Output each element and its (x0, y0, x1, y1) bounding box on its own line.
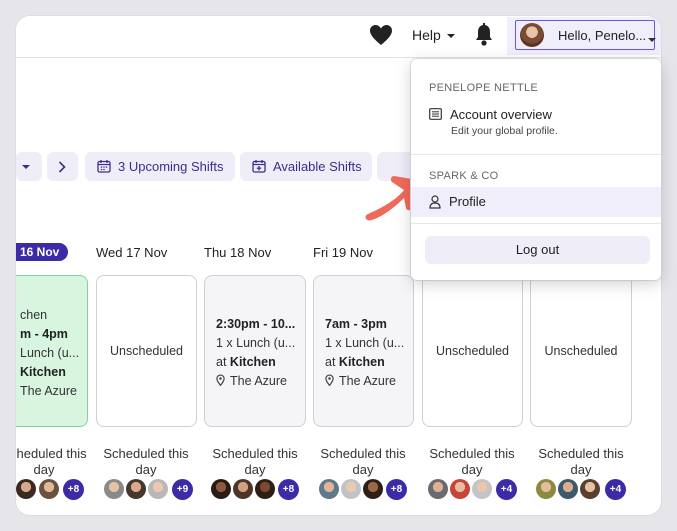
logout-button[interactable]: Log out (425, 236, 650, 264)
chevron-down-icon (22, 165, 30, 169)
shift-area-line: at Kitchen (216, 355, 276, 369)
chevron-right-icon (58, 161, 66, 173)
shift-time: m - 4pm (20, 327, 68, 341)
account-overview-item[interactable]: Account overview Edit your global profil… (411, 101, 661, 141)
profile-item[interactable]: Profile (411, 187, 661, 217)
shift-card[interactable]: 2:30pm - 10... 1 x Lunch (u... at Kitche… (204, 275, 306, 427)
shift-time: 7am - 3pm (325, 317, 387, 331)
user-icon (429, 195, 441, 209)
dropdown-divider (411, 154, 661, 155)
period-select[interactable] (16, 152, 42, 181)
heart-icon[interactable] (369, 24, 393, 46)
help-menu[interactable]: Help (412, 27, 455, 43)
dropdown-user-section: PENELOPE NETTLE (429, 82, 539, 94)
avatar (255, 479, 275, 499)
avatar (341, 479, 361, 499)
shift-location-line: The Azure (216, 374, 287, 388)
shift-area-name: Kitchen (20, 365, 66, 379)
day-header-selected[interactable]: 16 Nov (16, 243, 68, 261)
shift-location: The Azure (20, 384, 77, 398)
account-overview-label: Account overview (450, 107, 552, 122)
available-shifts-label: Available Shifts (273, 159, 362, 174)
avatar (104, 479, 124, 499)
unscheduled-label: Unscheduled (436, 344, 509, 358)
scheduled-this-day: Scheduled this day (16, 446, 87, 477)
avatar (39, 479, 59, 499)
help-label: Help (412, 27, 441, 43)
avatar (428, 479, 448, 499)
shift-location: The Azure (230, 374, 287, 388)
chevron-down-icon (446, 34, 455, 39)
avatar (319, 479, 339, 499)
shift-role: 1 x Lunch (u... (325, 336, 405, 350)
avatar (580, 479, 600, 499)
avatar (211, 479, 231, 499)
day-header[interactable]: Fri 19 Nov (313, 245, 373, 260)
avatar (16, 479, 36, 499)
top-header: Help Hello, Penelo... (16, 16, 661, 58)
upcoming-shifts-button[interactable]: 3 Upcoming Shifts (85, 152, 235, 181)
more-count-badge: +4 (605, 479, 626, 500)
scheduled-this-day: Scheduled this day (429, 446, 515, 477)
shift-area-name: Kitchen (338, 355, 385, 369)
more-count-badge: +8 (63, 479, 84, 500)
location-pin-icon (325, 374, 334, 386)
available-shifts-button[interactable]: Available Shifts (240, 152, 372, 181)
shift-time: 2:30pm - 10... (216, 317, 296, 331)
shift-location-line: The Azure (325, 374, 396, 388)
avatar (233, 479, 253, 499)
dropdown-divider (411, 223, 661, 224)
more-count-badge: +8 (386, 479, 407, 500)
user-menu-focus-ring: Hello, Penelo... (515, 20, 656, 50)
shift-at: at (216, 355, 227, 369)
shift-location: The Azure (339, 374, 396, 388)
shift-card-unscheduled[interactable]: Unscheduled (530, 275, 632, 427)
avatar (450, 479, 470, 499)
next-week-button[interactable] (47, 152, 78, 181)
list-icon (429, 108, 442, 120)
scheduled-this-day: Scheduled this day (320, 446, 406, 477)
location-pin-icon (216, 374, 225, 386)
shift-card[interactable]: chen m - 4pm Lunch (u... Kitchen The Azu… (16, 275, 88, 427)
more-count-badge: +8 (278, 479, 299, 500)
scheduled-this-day: Scheduled this day (103, 446, 189, 477)
shift-area: chen (20, 308, 48, 322)
avatar (363, 479, 383, 499)
dropdown-org-section: SPARK & CO (429, 170, 499, 182)
avatar (536, 479, 556, 499)
user-greeting: Hello, Penelo... (558, 28, 647, 43)
user-dropdown-menu: PENELOPE NETTLE Account overview Edit yo… (411, 59, 661, 280)
unscheduled-label: Unscheduled (544, 344, 618, 358)
shift-at: at (325, 355, 336, 369)
day-header[interactable]: Wed 17 Nov (96, 245, 167, 260)
scheduled-this-day: Scheduled this day (538, 446, 624, 477)
avatar (472, 479, 492, 499)
day-label: 16 Nov (20, 245, 60, 259)
user-menu-button[interactable]: Hello, Penelo... (507, 17, 661, 55)
day-header[interactable]: Thu 18 Nov (204, 245, 271, 260)
calendar-icon (97, 160, 111, 173)
shift-card-unscheduled[interactable]: Unscheduled (422, 275, 523, 427)
more-count-badge: +9 (172, 479, 193, 500)
shift-card-unscheduled[interactable]: Unscheduled (96, 275, 197, 427)
calendar-plus-icon (252, 160, 266, 173)
avatar (558, 479, 578, 499)
avatar (148, 479, 168, 499)
shift-role: Lunch (u... (20, 346, 80, 360)
chevron-down-icon (648, 38, 656, 42)
more-count-badge: +4 (496, 479, 517, 500)
scheduled-this-day: Scheduled this day (212, 446, 298, 477)
shift-area-line: at Kitchen (325, 355, 385, 369)
unscheduled-label: Unscheduled (110, 344, 183, 358)
upcoming-shifts-label: 3 Upcoming Shifts (118, 159, 224, 174)
avatar (126, 479, 146, 499)
shift-role: 1 x Lunch (u... (216, 336, 296, 350)
account-overview-description: Edit your global profile. (451, 125, 558, 137)
profile-label: Profile (449, 194, 486, 209)
bell-icon[interactable] (473, 23, 495, 47)
shift-card[interactable]: 7am - 3pm 1 x Lunch (u... at Kitchen The… (313, 275, 414, 427)
shift-area-name: Kitchen (229, 355, 276, 369)
avatar (520, 23, 544, 47)
